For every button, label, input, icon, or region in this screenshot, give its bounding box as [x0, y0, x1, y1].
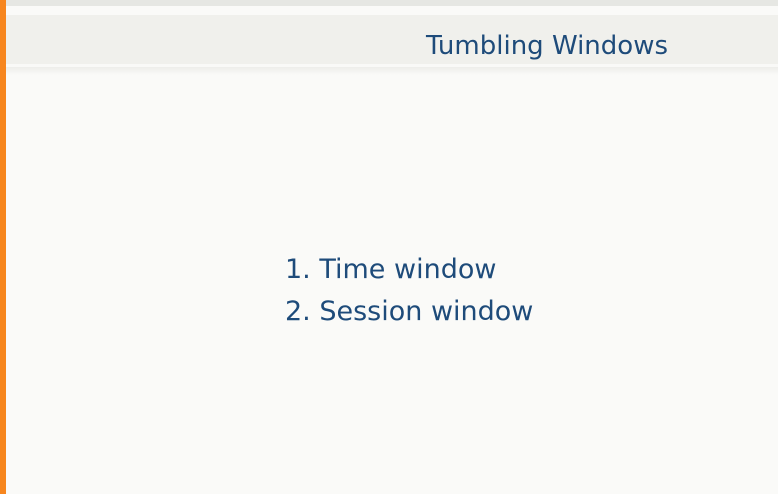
slide: Tumbling Windows 1. Time window 2. Sessi… [0, 0, 778, 494]
content-list: 1. Time window 2. Session window [285, 249, 533, 333]
title-band-underline [6, 67, 778, 75]
slide-title: Tumbling Windows [426, 31, 668, 61]
top-strip-gap [6, 6, 778, 15]
list-item-time-window: 1. Time window [285, 254, 497, 285]
list-item-session-window: 2. Session window [285, 296, 534, 327]
